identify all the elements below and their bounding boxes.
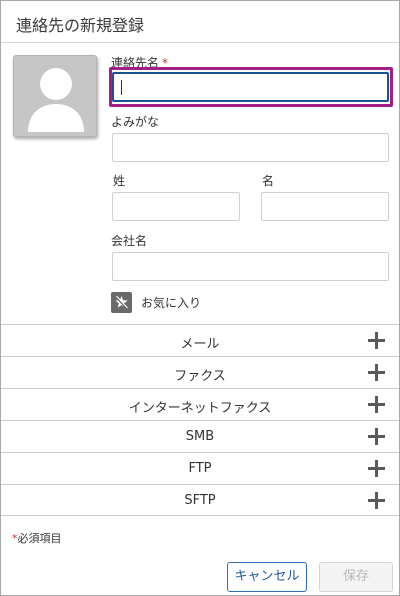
section-email[interactable]: メール	[1, 324, 399, 356]
cancel-button[interactable]: キャンセル	[227, 562, 307, 592]
section-email-label: メール	[180, 337, 220, 352]
dialog-title: 連絡先の新規登録	[16, 16, 145, 35]
section-internet-fax[interactable]: インターネットファクス	[1, 388, 399, 420]
section-internet-fax-label: インターネットファクス	[128, 401, 272, 416]
add-smb-plus-icon[interactable]	[368, 428, 385, 445]
furigana-input[interactable]	[112, 133, 389, 162]
add-ftp-plus-icon[interactable]	[368, 460, 385, 477]
required-fields-note: *必須項目	[12, 530, 62, 546]
favorite-label: お気に入り	[141, 296, 202, 310]
section-smb[interactable]: SMB	[1, 420, 399, 452]
section-fax-label: ファクス	[174, 369, 226, 384]
first-name-label: 名	[262, 174, 275, 188]
text-caret	[121, 80, 122, 95]
dialog-header: 連絡先の新規登録	[1, 1, 399, 43]
furigana-label: よみがな	[111, 115, 160, 129]
add-internet-fax-plus-icon[interactable]	[368, 396, 385, 413]
section-fax[interactable]: ファクス	[1, 356, 399, 388]
section-smb-label: SMB	[185, 429, 215, 444]
add-sftp-plus-icon[interactable]	[368, 492, 385, 509]
avatar-placeholder	[13, 55, 97, 137]
person-silhouette-icon	[28, 68, 84, 132]
add-fax-plus-icon[interactable]	[368, 364, 385, 381]
section-ftp[interactable]: FTP	[1, 452, 399, 484]
last-name-input[interactable]	[112, 192, 240, 221]
section-ftp-label: FTP	[188, 461, 212, 476]
section-sftp[interactable]: SFTP	[1, 484, 399, 516]
add-email-plus-icon[interactable]	[368, 332, 385, 349]
company-name-label: 会社名	[111, 234, 148, 248]
contact-name-input[interactable]	[112, 72, 389, 102]
section-sftp-label: SFTP	[184, 493, 216, 508]
required-note-text: 必須項目	[17, 532, 62, 545]
favorite-star-off-icon[interactable]	[111, 292, 132, 313]
company-name-input[interactable]	[112, 252, 389, 281]
save-button[interactable]: 保存	[319, 562, 393, 592]
new-contact-dialog: 連絡先の新規登録 連絡先名 * よみがな 姓 名 会社名 お気に入り メール フ…	[0, 0, 400, 596]
last-name-label: 姓	[113, 174, 126, 188]
first-name-input[interactable]	[261, 192, 389, 221]
